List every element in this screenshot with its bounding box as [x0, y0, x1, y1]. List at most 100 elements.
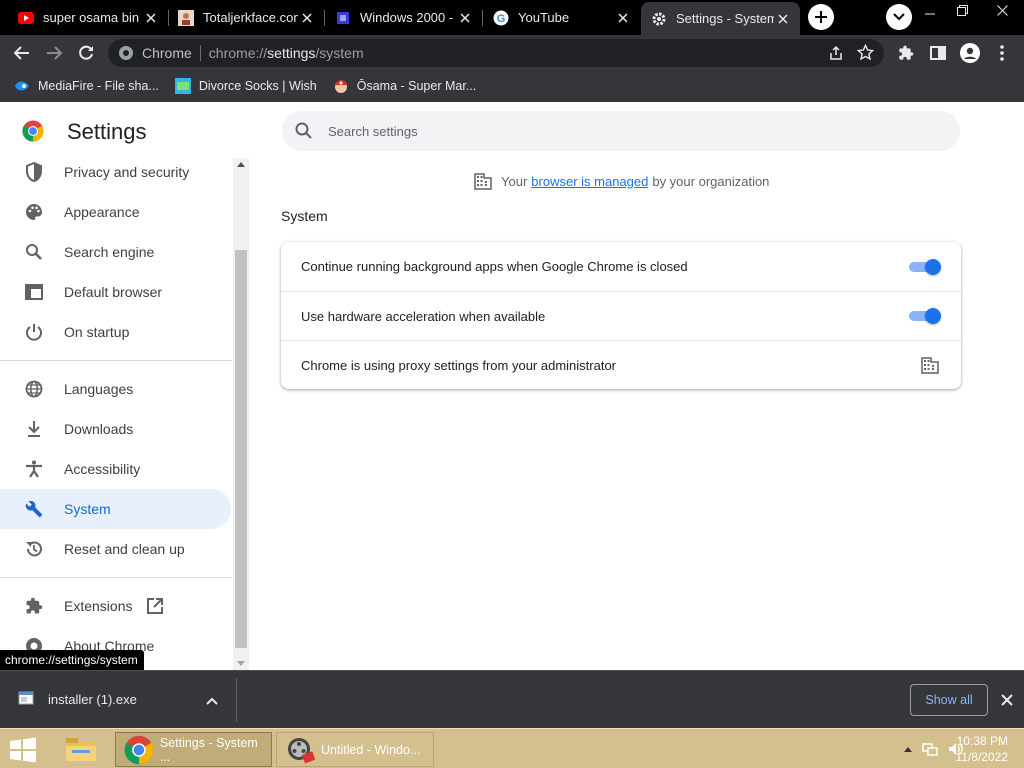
- hardware-acceleration-toggle[interactable]: [909, 308, 941, 324]
- tab-totaljerkface[interactable]: Totaljerkface.com: [168, 2, 325, 33]
- show-all-button[interactable]: Show all: [910, 684, 988, 716]
- sidebar-item-accessibility[interactable]: Accessibility: [0, 449, 231, 489]
- svg-text:G: G: [497, 13, 506, 25]
- toggle-knob: [925, 308, 941, 324]
- close-icon[interactable]: [774, 10, 792, 28]
- menu-button[interactable]: [989, 40, 1015, 66]
- scroll-down-arrow-icon[interactable]: [237, 661, 245, 666]
- arrow-left-icon: [14, 46, 29, 60]
- sidebar-divider: [0, 360, 232, 361]
- system-clock[interactable]: 10:38 PM 11/8/2022: [956, 733, 1009, 765]
- sidebar-scrollbar[interactable]: [233, 158, 249, 670]
- tab-search-button[interactable]: [886, 4, 912, 30]
- puzzle-icon: [899, 45, 914, 60]
- sidebar-item-reset-and-clean-up[interactable]: Reset and clean up: [0, 529, 231, 569]
- bookmark-osama-super-mario[interactable]: Ōsama - Super Mar...: [333, 78, 476, 94]
- tab-windows-2000[interactable]: Windows 2000 - W: [325, 2, 483, 33]
- settings-sidebar: Privacy and security Appearance Search e…: [0, 152, 232, 670]
- managed-text-before: Your: [501, 173, 528, 189]
- tab-youtube[interactable]: G YouTube: [483, 2, 640, 33]
- search-placeholder: Search settings: [328, 123, 418, 139]
- sidebar-item-default-browser[interactable]: Default browser: [0, 272, 231, 312]
- sidebar-item-label: Search engine: [64, 244, 155, 260]
- building-icon: [474, 173, 492, 190]
- background-apps-toggle[interactable]: [909, 258, 941, 275]
- arrow-right-icon: [47, 46, 62, 60]
- gear-icon: [651, 11, 667, 27]
- scrollbar-thumb[interactable]: [235, 250, 247, 648]
- sidebar-item-extensions[interactable]: Extensions: [0, 586, 231, 626]
- bookmark-label: Ōsama - Super Mar...: [356, 79, 477, 93]
- accessibility-icon: [24, 459, 44, 479]
- download-icon: [24, 419, 44, 439]
- sidebar-item-appearance[interactable]: Appearance: [0, 192, 231, 232]
- search-settings-input[interactable]: Search settings: [282, 111, 960, 151]
- close-icon[interactable]: [614, 9, 632, 27]
- building-icon[interactable]: [921, 356, 939, 374]
- managed-notice: Your browser is managed by your organiza…: [474, 172, 769, 190]
- start-button[interactable]: [8, 737, 38, 763]
- sidebar-item-system[interactable]: System: [0, 489, 231, 529]
- sidebar-item-on-startup[interactable]: On startup: [0, 312, 231, 352]
- hardware-acceleration-row[interactable]: Use hardware acceleration when available: [281, 291, 961, 340]
- close-icon[interactable]: [142, 9, 160, 27]
- sidebar-item-privacy-and-security[interactable]: Privacy and security: [0, 152, 231, 192]
- bookmark-mediafire[interactable]: MediaFire - File sha...: [14, 78, 159, 94]
- sidebar-item-label: Default browser: [64, 284, 163, 300]
- file-explorer-icon[interactable]: [62, 733, 100, 765]
- proxy-settings-row[interactable]: Chrome is using proxy settings from your…: [281, 340, 961, 389]
- globe-icon: [24, 379, 44, 399]
- youtube-icon: [18, 10, 34, 26]
- chrome-icon: [124, 735, 154, 764]
- wish-icon: [174, 78, 191, 94]
- forward-button[interactable]: [41, 40, 67, 66]
- close-shelf-button[interactable]: [997, 690, 1017, 710]
- restore-button[interactable]: [946, 0, 978, 20]
- window-close-button[interactable]: [986, 0, 1018, 20]
- browser-managed-link[interactable]: browser is managed: [531, 174, 648, 189]
- scroll-up-arrow-icon[interactable]: [237, 162, 245, 167]
- bookmark-star-icon[interactable]: [856, 43, 875, 66]
- clock-time: 10:38 PM: [956, 734, 1008, 748]
- tray-expand-icon[interactable]: [904, 746, 912, 752]
- sidebar-item-search-engine[interactable]: Search engine: [0, 232, 231, 272]
- chevron-up-icon[interactable]: [203, 692, 221, 710]
- tab-settings-system[interactable]: Settings - System: [641, 2, 800, 35]
- profile-button[interactable]: [957, 40, 983, 66]
- close-icon[interactable]: [298, 9, 316, 27]
- new-tab-button[interactable]: [808, 4, 834, 30]
- sidebar-divider: [0, 577, 232, 578]
- address-bar[interactable]: Chrome chrome://settings/system: [108, 39, 884, 67]
- sidebar-item-downloads[interactable]: Downloads: [0, 409, 231, 449]
- status-bubble-url: chrome://settings/system: [0, 650, 144, 671]
- bookmark-divorce-socks[interactable]: Divorce Socks | Wish: [174, 78, 317, 94]
- shelf-divider: [236, 678, 237, 722]
- close-icon[interactable]: [456, 9, 474, 27]
- share-icon[interactable]: [828, 45, 844, 66]
- tab-super-osama[interactable]: super osama bin l: [8, 2, 169, 33]
- back-button[interactable]: [9, 40, 35, 66]
- taskbar-movie-maker[interactable]: Untitled - Windo...: [276, 732, 434, 767]
- bookmark-label: Divorce Socks | Wish: [198, 79, 317, 93]
- sidebar-item-languages[interactable]: Languages: [0, 369, 231, 409]
- exe-file-icon: [18, 691, 34, 705]
- download-item[interactable]: installer (1).exe: [18, 690, 137, 708]
- mediafire-icon: [14, 78, 30, 94]
- extensions-button[interactable]: [893, 40, 919, 66]
- reload-button[interactable]: [73, 40, 99, 66]
- background-apps-row[interactable]: Continue running background apps when Go…: [281, 242, 961, 291]
- side-panel-button[interactable]: [925, 40, 951, 66]
- section-title: System: [281, 208, 328, 224]
- network-icon[interactable]: [922, 741, 938, 757]
- chrome-logo: [22, 120, 44, 142]
- download-filename: installer (1).exe: [48, 691, 137, 707]
- wrench-icon: [24, 499, 44, 519]
- kebab-menu-icon: [1000, 45, 1004, 61]
- taskbar-chrome-settings[interactable]: Settings - System ...: [115, 732, 272, 767]
- row-label: Chrome is using proxy settings from your…: [301, 357, 617, 373]
- omnibox-site-label: Chrome: [142, 45, 192, 61]
- sidebar-item-label: System: [64, 501, 111, 517]
- browser-icon: [24, 282, 44, 302]
- minimize-button[interactable]: [914, 0, 946, 20]
- sidebar-item-label: On startup: [64, 324, 130, 340]
